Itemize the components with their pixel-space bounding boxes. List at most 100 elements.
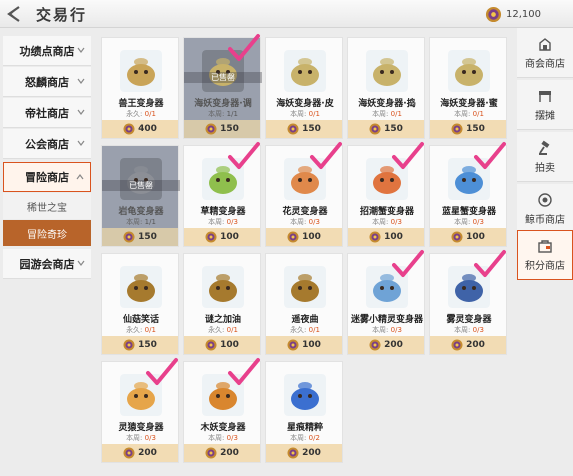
category-label: 冒险商店	[25, 171, 69, 184]
coin-shop-icon	[538, 192, 552, 207]
limit-count: 1/1	[144, 218, 156, 226]
limit-prefix: 永久:	[208, 326, 227, 334]
price-band: 200	[430, 336, 506, 354]
item-price: 150	[220, 124, 239, 134]
shop-item-card[interactable]: 已售罄 海妖变身器·调 本周: 1/1 150	[183, 37, 262, 139]
category-item[interactable]: 帝社商店	[3, 98, 91, 128]
coin-icon	[451, 123, 463, 135]
coin-icon	[451, 339, 463, 351]
item-price: 100	[302, 232, 321, 242]
price-band: 100	[348, 228, 424, 246]
item-icon	[284, 50, 326, 92]
shop-item-card[interactable]: 迷雾小精灵变身器 本周: 0/3 200	[347, 253, 425, 355]
item-limit: 本周: 0/3	[430, 325, 508, 335]
chevron-up-icon	[76, 174, 84, 180]
shop-item-card[interactable]: 木妖变身器 本周: 0/3 200	[183, 361, 261, 463]
shop-item-card[interactable]: 海妖变身器·蜜 本周: 0/1 150	[429, 37, 507, 139]
limit-count: 0/3	[308, 218, 320, 226]
shop-item-card[interactable]: 遥夜曲 永久: 0/1 100	[265, 253, 343, 355]
subcategory-item[interactable]: 稀世之宝	[3, 193, 91, 219]
tab-auction[interactable]: 拍卖	[517, 132, 573, 182]
coin-icon	[451, 231, 463, 243]
category-item[interactable]: 园游会商店	[3, 249, 91, 279]
coin-icon	[123, 339, 135, 351]
limit-count: 0/3	[226, 218, 238, 226]
tab-chamber-shop[interactable]: 商会商店	[517, 28, 573, 78]
item-price: 200	[302, 448, 321, 458]
price-band: 400	[102, 120, 178, 138]
item-name: 招潮蟹变身器	[359, 207, 414, 217]
category-item[interactable]: 公会商店	[3, 129, 91, 159]
limit-count: 0/3	[472, 218, 484, 226]
shop-item-card[interactable]: 兽王变身器 永久: 0/1 400	[101, 37, 179, 139]
category-sidebar: 功绩点商店 怒麟商店 帝社商店 公会商店 冒险商店 稀世之宝 冒险奇珍 园游会商…	[3, 36, 91, 279]
price-band: 150	[430, 120, 506, 138]
limit-prefix: 永久:	[126, 110, 145, 118]
chevron-down-icon	[77, 47, 85, 53]
item-name: 灵猿变身器	[118, 423, 164, 433]
shop-item-card[interactable]: 雾灵变身器 本周: 0/3 200	[429, 253, 507, 355]
tab-stall[interactable]: 摆摊	[517, 80, 573, 130]
item-icon	[448, 50, 490, 92]
chevron-down-icon	[77, 109, 85, 115]
item-icon	[448, 158, 490, 200]
stall-icon	[539, 90, 551, 102]
shop-item-card[interactable]: 灵猿变身器 本周: 0/3 200	[101, 361, 179, 463]
price-band: 150	[184, 120, 260, 138]
item-limit: 本周: 0/3	[266, 217, 344, 227]
limit-count: 0/3	[144, 434, 156, 442]
item-price: 150	[138, 232, 157, 242]
category-label: 功绩点商店	[19, 44, 75, 58]
shop-item-card[interactable]: 谜之加油 永久: 0/1 100	[183, 253, 261, 355]
item-price: 150	[138, 340, 157, 350]
item-name: 岩龟变身器	[118, 207, 164, 217]
item-icon	[366, 50, 408, 92]
chevron-down-icon	[77, 140, 85, 146]
item-limit: 本周: 0/3	[184, 433, 262, 443]
item-price: 400	[138, 124, 157, 134]
item-price: 100	[302, 340, 321, 350]
item-name: 海妖变身器·蜜	[440, 99, 498, 109]
price-band: 100	[430, 228, 506, 246]
subcategory-label: 稀世之宝	[27, 202, 67, 214]
sold-out-label: 已售罄	[102, 180, 180, 191]
shop-item-card[interactable]: 仙菇笑话 永久: 0/1 150	[101, 253, 179, 355]
subcategory-item-active[interactable]: 冒险奇珍	[3, 220, 91, 246]
limit-prefix: 本周:	[208, 434, 227, 442]
shop-item-card[interactable]: 海妖变身器·捣 本周: 0/1 150	[347, 37, 425, 139]
shop-item-card[interactable]: 海妖变身器·皮 本周: 0/1 150	[265, 37, 343, 139]
limit-prefix: 本周:	[454, 110, 473, 118]
chevron-down-icon	[77, 260, 85, 266]
item-name: 星痕精粹	[286, 423, 323, 433]
item-icon	[366, 158, 408, 200]
shop-item-card[interactable]: 草精变身器 本周: 0/3 100	[183, 145, 261, 247]
shop-item-card[interactable]: 星痕精粹 本周: 0/2 200	[265, 361, 343, 463]
category-item[interactable]: 功绩点商店	[3, 36, 91, 66]
tab-points-shop[interactable]: 积分商店	[517, 230, 573, 280]
item-icon	[284, 266, 326, 308]
shop-item-card[interactable]: 蓝星蟹变身器 本周: 0/3 100	[429, 145, 507, 247]
limit-prefix: 本周:	[208, 110, 227, 118]
item-name: 遥夜曲	[291, 315, 319, 325]
tab-label: 商会商店	[525, 58, 565, 70]
limit-count: 0/1	[472, 110, 484, 118]
price-band: 200	[266, 444, 342, 462]
top-bar: 交易行 12,100	[0, 0, 573, 28]
item-price: 100	[384, 232, 403, 242]
limit-count: 1/1	[226, 110, 238, 118]
category-label: 怒麟商店	[25, 75, 69, 89]
back-button[interactable]	[4, 4, 26, 24]
shop-item-card[interactable]: 招潮蟹变身器 本周: 0/3 100	[347, 145, 425, 247]
coin-icon	[205, 447, 217, 459]
item-icon	[448, 266, 490, 308]
shop-item-card[interactable]: 已售罄岩龟变身器 本周: 1/1 150	[101, 145, 180, 247]
category-item-active[interactable]: 冒险商店	[3, 162, 91, 192]
price-band: 150	[102, 228, 178, 246]
item-price: 100	[220, 340, 239, 350]
category-item[interactable]: 怒麟商店	[3, 67, 91, 97]
tab-whale-coin-shop[interactable]: 鲸币商店	[517, 184, 573, 234]
shop-item-card[interactable]: 花灵变身器 本周: 0/3 100	[265, 145, 343, 247]
item-price: 200	[138, 448, 157, 458]
coin-icon	[205, 123, 217, 135]
limit-prefix: 本周:	[126, 218, 145, 226]
